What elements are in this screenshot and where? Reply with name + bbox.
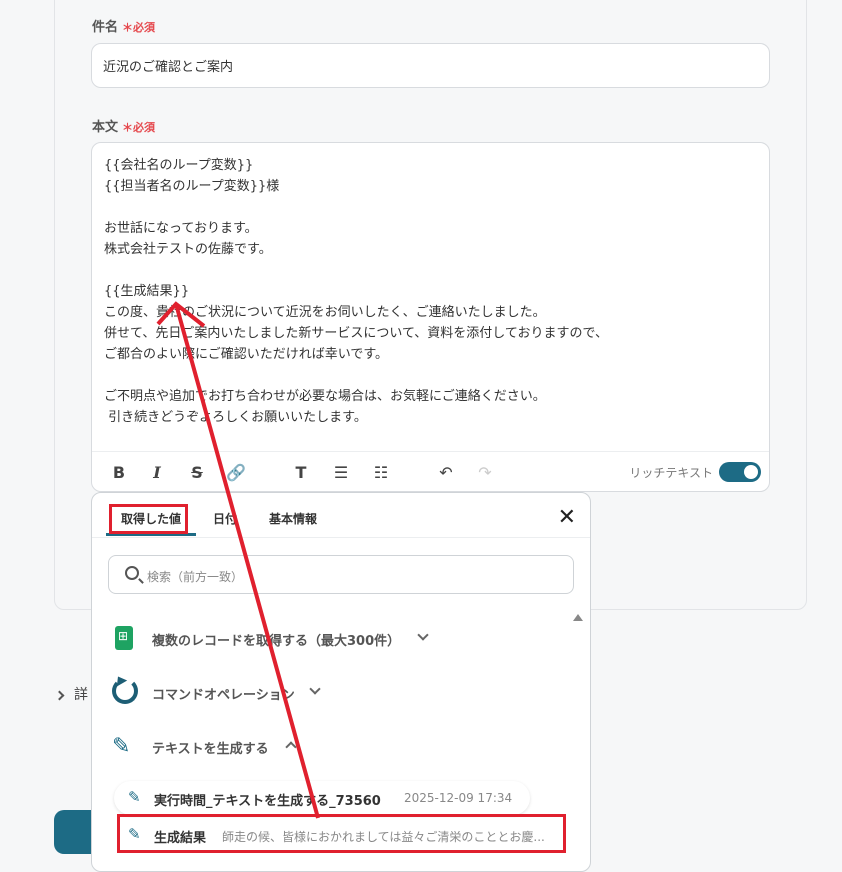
rich-text-toggle[interactable] [719, 462, 761, 482]
editor-toolbar: B I S 🔗 T ☰ ☷ ↶ ↷ リッチテキスト [92, 451, 769, 491]
body-text[interactable]: {{会社名のループ変数}} {{担当者名のループ変数}}様 お世話になっておりま… [104, 155, 608, 428]
command-operation-icon [112, 678, 138, 704]
close-icon[interactable]: ✕ [558, 505, 576, 530]
list-item-execution-time[interactable]: ✎ 実行時間_テキストを生成する_73560 2025-12-09 17:34 [114, 781, 530, 815]
chevron-right-icon[interactable] [54, 690, 65, 701]
numbered-list-icon[interactable]: ☷ [371, 463, 391, 483]
scroll-up-arrow-icon[interactable] [573, 614, 583, 621]
list-item-command-operation[interactable]: コマンドオペレーション [112, 678, 322, 704]
strikethrough-icon[interactable]: S [187, 463, 207, 483]
search-input[interactable]: 検索（前方一致） [108, 555, 574, 594]
text-size-icon[interactable]: T [291, 463, 311, 483]
highlight-box-tab [109, 504, 188, 534]
subject-input[interactable]: 近況のご確認とご案内 [91, 43, 770, 88]
list-item-generate-text[interactable]: ✎ テキストを生成する [112, 734, 302, 759]
italic-icon[interactable]: I [147, 463, 167, 483]
link-icon[interactable]: 🔗 [226, 463, 246, 483]
tab-date[interactable]: 日付 [213, 510, 237, 527]
pen-icon: ✎ [128, 788, 141, 806]
required-badge: ＊必須 [122, 121, 156, 134]
search-placeholder: 検索（前方一致） [147, 570, 244, 584]
search-icon [125, 566, 139, 580]
pen-icon: ✎ [112, 734, 131, 759]
body-editor[interactable]: {{会社名のループ変数}} {{担当者名のループ変数}}様 お世話になっておりま… [91, 142, 770, 492]
chevron-up-icon [285, 741, 297, 753]
highlight-box-result [117, 814, 566, 853]
rich-text-label: リッチテキスト [629, 466, 713, 480]
tabs-divider [92, 537, 590, 538]
list-item-get-records[interactable]: 複数のレコードを取得する（最大300件） [112, 626, 432, 650]
required-badge: ＊必須 [122, 21, 156, 34]
details-toggle[interactable]: 詳 [74, 684, 88, 704]
undo-icon[interactable]: ↶ [436, 463, 456, 483]
body-label: 本文 ＊必須 [92, 120, 156, 135]
toggle-knob [744, 465, 758, 479]
bullet-list-icon[interactable]: ☰ [331, 463, 351, 483]
chevron-down-icon [309, 683, 321, 695]
bold-icon[interactable]: B [109, 463, 129, 483]
subject-label: 件名 ＊必須 [92, 20, 156, 35]
spreadsheet-icon [115, 626, 133, 650]
tab-basic-info[interactable]: 基本情報 [269, 510, 317, 527]
redo-icon[interactable]: ↷ [475, 463, 495, 483]
chevron-down-icon [417, 629, 429, 641]
